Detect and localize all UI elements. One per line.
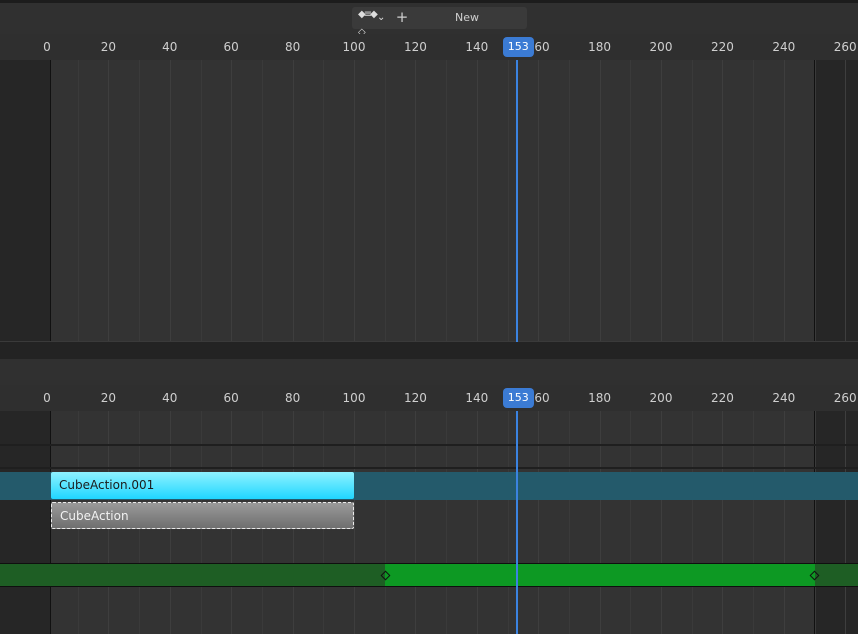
grid-line	[262, 60, 263, 341]
grid-line	[815, 60, 816, 341]
grid-line	[108, 60, 109, 341]
playhead-line-top[interactable]	[516, 60, 518, 342]
ruler-tick-label: 120	[403, 391, 427, 405]
nla-strip-base[interactable]: CubeAction	[51, 502, 354, 529]
sound-strip[interactable]	[385, 564, 815, 586]
grid-line	[170, 60, 171, 341]
out-of-range-region	[0, 60, 50, 341]
ruler-tick-label: 260	[833, 40, 857, 54]
ruler-tick-label: 240	[772, 391, 796, 405]
grid-line	[385, 60, 386, 341]
editor-separator[interactable]	[0, 341, 858, 359]
grid-line	[477, 60, 478, 341]
ruler-tick-label: 20	[100, 40, 117, 54]
chevron-down-icon: ⌄	[377, 12, 386, 23]
grid-line	[446, 60, 447, 341]
track-divider	[0, 467, 858, 469]
frame-ruler-top[interactable]: 0 20 40 60 80 100 120 140 160 180 200 220 240 260 153	[0, 34, 858, 60]
grid-line	[323, 60, 324, 341]
ruler-tick-label: 80	[284, 40, 301, 54]
ruler-tick-label: 260	[833, 391, 857, 405]
frame-end-line	[814, 60, 815, 341]
grid-line	[139, 60, 140, 341]
grid-line	[78, 60, 79, 341]
new-action-button[interactable]: New	[430, 9, 504, 27]
ruler-tick-label: 240	[772, 40, 796, 54]
ruler-tick-label: 100	[342, 40, 366, 54]
ruler-tick-label: 40	[162, 391, 178, 405]
grid-line	[692, 60, 693, 341]
grid-line	[569, 60, 570, 341]
ruler-tick-label: 80	[284, 391, 301, 405]
ruler-tick-label: 60	[223, 40, 239, 54]
action-type-dropdown[interactable]: ◆≡◆ ◇ ⌄	[356, 9, 390, 38]
grid-line	[354, 60, 355, 341]
grid-line	[538, 60, 539, 341]
ruler-tick-label: 220	[710, 391, 734, 405]
grid-line	[784, 60, 785, 341]
grid-line	[231, 60, 232, 341]
nla-strip-active[interactable]: CubeAction.001	[51, 472, 354, 499]
ruler-tick-label: 40	[162, 40, 178, 54]
out-of-range-region	[815, 60, 858, 341]
ruler-tick-label: 140	[465, 391, 489, 405]
ruler-tick-label: 180	[588, 40, 612, 54]
ruler-tick-label: 200	[649, 391, 673, 405]
grid-line	[201, 60, 202, 341]
grid-line	[415, 60, 416, 341]
ruler-tick-label: 120	[403, 40, 427, 54]
ruler-tick-label: 100	[342, 391, 366, 405]
ruler-tick-label: 0	[43, 40, 51, 54]
frame-ruler-bottom[interactable]: 0 20 40 60 80 100 120 140 160 180 200 220 240 260 153	[0, 385, 858, 411]
current-frame-indicator[interactable]: 153	[502, 37, 534, 57]
grid-line	[753, 60, 754, 341]
ruler-tick-label: 220	[710, 40, 734, 54]
ruler-tick-label: 180	[588, 391, 612, 405]
grid-line	[722, 60, 723, 341]
grid-line	[845, 60, 846, 341]
track-divider	[0, 444, 858, 446]
grid-line	[630, 60, 631, 341]
grid-line	[293, 60, 294, 341]
ruler-tick-label: 140	[465, 40, 489, 54]
ruler-tick-label: 60	[223, 391, 239, 405]
playhead-line-bottom[interactable]	[516, 411, 518, 634]
nla-header	[0, 359, 858, 385]
grid-line	[600, 60, 601, 341]
ruler-tick-label: 200	[649, 40, 673, 54]
current-frame-indicator[interactable]: 153	[502, 388, 534, 408]
grid-line	[508, 60, 509, 341]
plus-icon[interactable]: +	[395, 8, 409, 26]
ruler-tick-label: 0	[43, 391, 51, 405]
frame-start-line	[50, 60, 51, 341]
dopesheet-channel-area[interactable]	[0, 60, 858, 341]
grid-line	[661, 60, 662, 341]
ruler-tick-label: 20	[100, 391, 117, 405]
